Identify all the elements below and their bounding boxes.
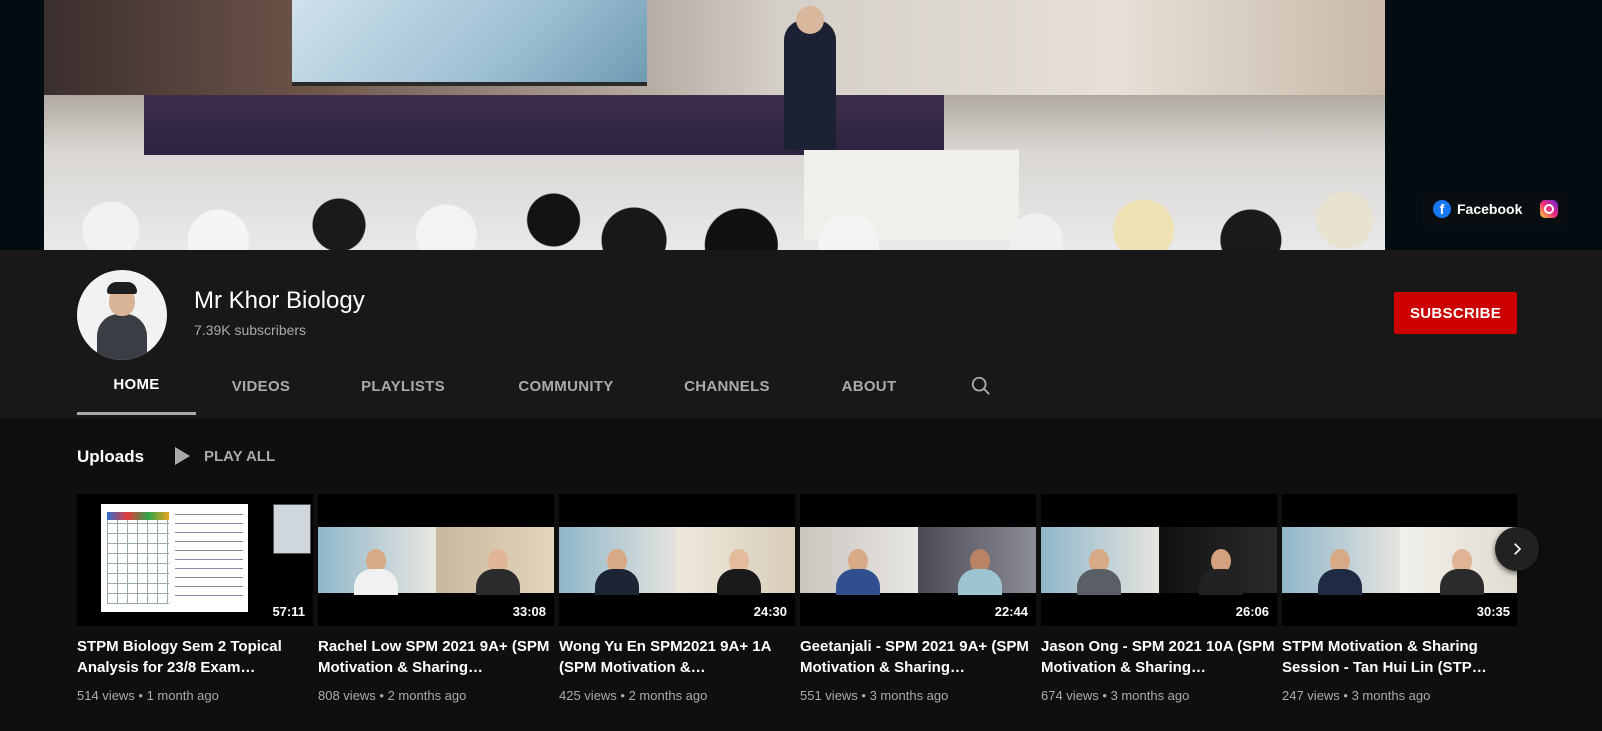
video-title[interactable]: Geetanjali - SPM 2021 9A+ (SPM Motivatio… — [800, 636, 1036, 678]
shelf-next-button[interactable] — [1495, 527, 1539, 571]
video-meta: 551 views • 3 months ago — [800, 688, 949, 703]
instagram-icon — [1540, 200, 1559, 218]
video-card[interactable]: 24:30 Wong Yu En SPM2021 9A+ 1A (SPM Mot… — [559, 494, 795, 703]
video-card[interactable]: 26:06 Jason Ong - SPM 2021 10A (SPM Moti… — [1041, 494, 1277, 703]
video-views: 247 views — [1282, 688, 1340, 703]
video-meta: 425 views • 2 months ago — [559, 688, 708, 703]
subscriber-count: 7.39K subscribers — [194, 322, 307, 338]
video-duration: 57:11 — [268, 603, 309, 620]
tab-community[interactable]: COMMUNITY — [480, 357, 652, 415]
tab-channels[interactable]: CHANNELS — [652, 357, 802, 415]
play-icon — [175, 447, 190, 465]
video-title[interactable]: Jason Ong - SPM 2021 10A (SPM Motivation… — [1041, 636, 1277, 678]
video-views: 514 views — [77, 688, 135, 703]
video-age: 3 months ago — [869, 688, 949, 703]
video-meta: 808 views • 2 months ago — [318, 688, 467, 703]
facebook-link-label: Facebook — [1457, 201, 1523, 217]
video-duration: 24:30 — [749, 603, 791, 620]
video-duration: 30:35 — [1472, 603, 1514, 620]
video-card[interactable]: 57:11 STPM Biology Sem 2 Topical Analysi… — [77, 494, 313, 703]
video-duration: 22:44 — [990, 603, 1032, 620]
video-thumbnail[interactable]: 26:06 — [1041, 494, 1277, 626]
banner-image — [44, 0, 1385, 250]
video-title[interactable]: STPM Biology Sem 2 Topical Analysis for … — [77, 636, 313, 678]
video-title[interactable]: Rachel Low SPM 2021 9A+ (SPM Motivation … — [318, 636, 554, 678]
video-meta: 674 views • 3 months ago — [1041, 688, 1190, 703]
tab-playlists[interactable]: PLAYLISTS — [326, 357, 480, 415]
video-meta: 247 views • 3 months ago — [1282, 688, 1431, 703]
uploads-shelf: Uploads PLAY ALL 57:11 STPM Biology Sem … — [0, 418, 1602, 731]
subscribe-button[interactable]: SUBSCRIBE — [1394, 292, 1517, 334]
channel-banner: f Facebook — [0, 0, 1602, 250]
video-views: 674 views — [1041, 688, 1099, 703]
video-views: 551 views — [800, 688, 858, 703]
video-title[interactable]: Wong Yu En SPM2021 9A+ 1A (SPM Motivatio… — [559, 636, 795, 678]
channel-header: Mr Khor Biology 7.39K subscribers SUBSCR… — [0, 250, 1602, 418]
search-icon — [971, 376, 990, 395]
shelf-title[interactable]: Uploads — [77, 447, 144, 467]
banner-links: f Facebook — [1423, 192, 1569, 226]
play-all-button[interactable]: PLAY ALL — [175, 447, 275, 465]
chevron-right-icon — [1514, 543, 1522, 555]
avatar[interactable] — [77, 270, 167, 360]
video-age: 3 months ago — [1351, 688, 1431, 703]
video-age: 2 months ago — [628, 688, 708, 703]
video-age: 2 months ago — [387, 688, 467, 703]
facebook-icon: f — [1433, 200, 1451, 218]
video-card[interactable]: 30:35 STPM Motivation & Sharing Session … — [1282, 494, 1517, 703]
video-thumbnail[interactable]: 24:30 — [559, 494, 795, 626]
video-views: 425 views — [559, 688, 617, 703]
channel-tabs: HOME VIDEOS PLAYLISTS COMMUNITY CHANNELS… — [77, 357, 1006, 415]
video-age: 1 month ago — [146, 688, 219, 703]
video-thumbnail[interactable]: 33:08 — [318, 494, 554, 626]
tab-videos[interactable]: VIDEOS — [196, 357, 326, 415]
video-card[interactable]: 33:08 Rachel Low SPM 2021 9A+ (SPM Motiv… — [318, 494, 554, 703]
video-thumbnail[interactable]: 57:11 — [77, 494, 313, 626]
facebook-link[interactable]: f Facebook — [1433, 200, 1522, 218]
video-thumbnail[interactable]: 30:35 — [1282, 494, 1517, 626]
play-all-label: PLAY ALL — [204, 447, 276, 465]
video-views: 808 views — [318, 688, 376, 703]
video-card[interactable]: 22:44 Geetanjali - SPM 2021 9A+ (SPM Mot… — [800, 494, 1036, 703]
video-thumbnail[interactable]: 22:44 — [800, 494, 1036, 626]
video-list: 57:11 STPM Biology Sem 2 Topical Analysi… — [77, 494, 1517, 703]
video-title[interactable]: STPM Motivation & Sharing Session - Tan … — [1282, 636, 1517, 678]
video-age: 3 months ago — [1110, 688, 1190, 703]
tab-about[interactable]: ABOUT — [802, 357, 936, 415]
channel-name: Mr Khor Biology — [194, 287, 365, 314]
video-duration: 26:06 — [1231, 603, 1273, 620]
video-meta: 514 views • 1 month ago — [77, 688, 219, 703]
video-duration: 33:08 — [508, 603, 550, 620]
tab-home[interactable]: HOME — [77, 357, 196, 415]
channel-search-button[interactable] — [956, 357, 1006, 415]
instagram-link[interactable] — [1540, 200, 1559, 218]
